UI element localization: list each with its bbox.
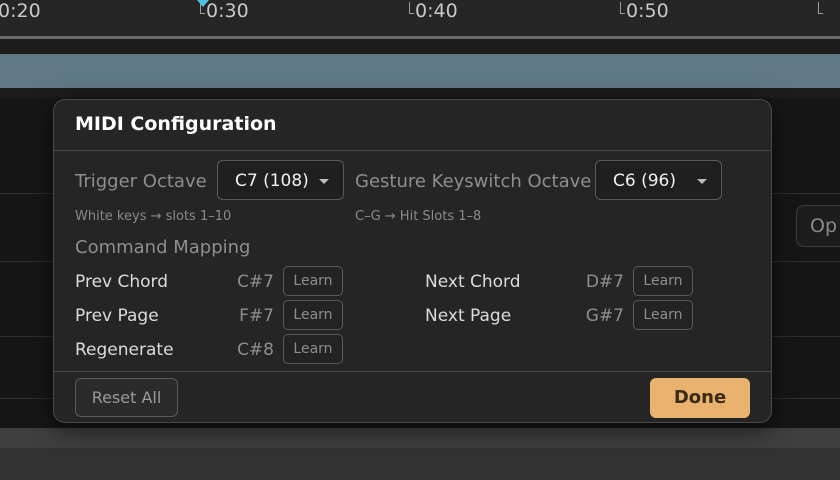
learn-button-prev-page[interactable]: Learn [283,300,343,330]
gesture-octave-value: C6 (96) [613,171,676,191]
ruler-tick: 0:20 [0,0,41,22]
command-note-prev-page: F#7 [239,306,274,326]
gesture-octave-select[interactable]: C6 (96) [595,160,722,200]
command-label-regenerate: Regenerate [75,340,174,360]
command-mapping-title: Command Mapping [75,237,251,258]
learn-button-prev-chord[interactable]: Learn [283,266,343,296]
track-clip[interactable] [0,54,840,88]
learn-button-next-chord[interactable]: Learn [633,266,693,296]
chevron-down-icon [319,179,329,184]
command-label-prev-chord: Prev Chord [75,272,169,292]
chevron-down-icon [697,179,707,184]
command-note-regenerate: C#8 [237,340,274,360]
ruler-tick [818,0,824,24]
command-label-next-page: Next Page [425,306,512,326]
command-note-next-chord: D#7 [585,272,624,292]
command-label-next-chord: Next Chord [425,272,521,292]
trigger-octave-select[interactable]: C7 (108) [217,160,344,200]
playhead-marker[interactable] [197,0,209,7]
trigger-octave-value: C7 (108) [235,171,309,191]
command-note-prev-chord: C#7 [237,272,274,292]
done-button[interactable]: Done [650,378,750,418]
footer-divider [54,371,771,372]
command-note-next-page: G#7 [585,306,624,326]
dialog-title: MIDI Configuration [75,113,277,135]
learn-button-next-page[interactable]: Learn [633,300,693,330]
trigger-octave-label: Trigger Octave [75,171,207,192]
bottom-scroll-strip[interactable] [0,428,840,448]
learn-button-regenerate[interactable]: Learn [283,334,343,364]
options-button[interactable]: Op [796,205,840,247]
ruler-tick: 0:50 [620,0,669,24]
ruler-divider [0,36,840,39]
ruler-tick: 0:40 [409,0,458,24]
trigger-octave-hint: White keys → slots 1–10 [75,209,232,224]
gesture-octave-hint: C–G → Hit Slots 1–8 [355,209,482,224]
timeline-ruler[interactable]: 0:20 0:30 0:40 0:50 [0,0,840,36]
reset-all-button[interactable]: Reset All [75,378,178,417]
title-divider [54,150,771,151]
command-label-prev-page: Prev Page [75,306,159,326]
gesture-octave-label: Gesture Keyswitch Octave [355,171,592,192]
midi-configuration-dialog: MIDI Configuration Trigger Octave C7 (10… [53,99,772,423]
